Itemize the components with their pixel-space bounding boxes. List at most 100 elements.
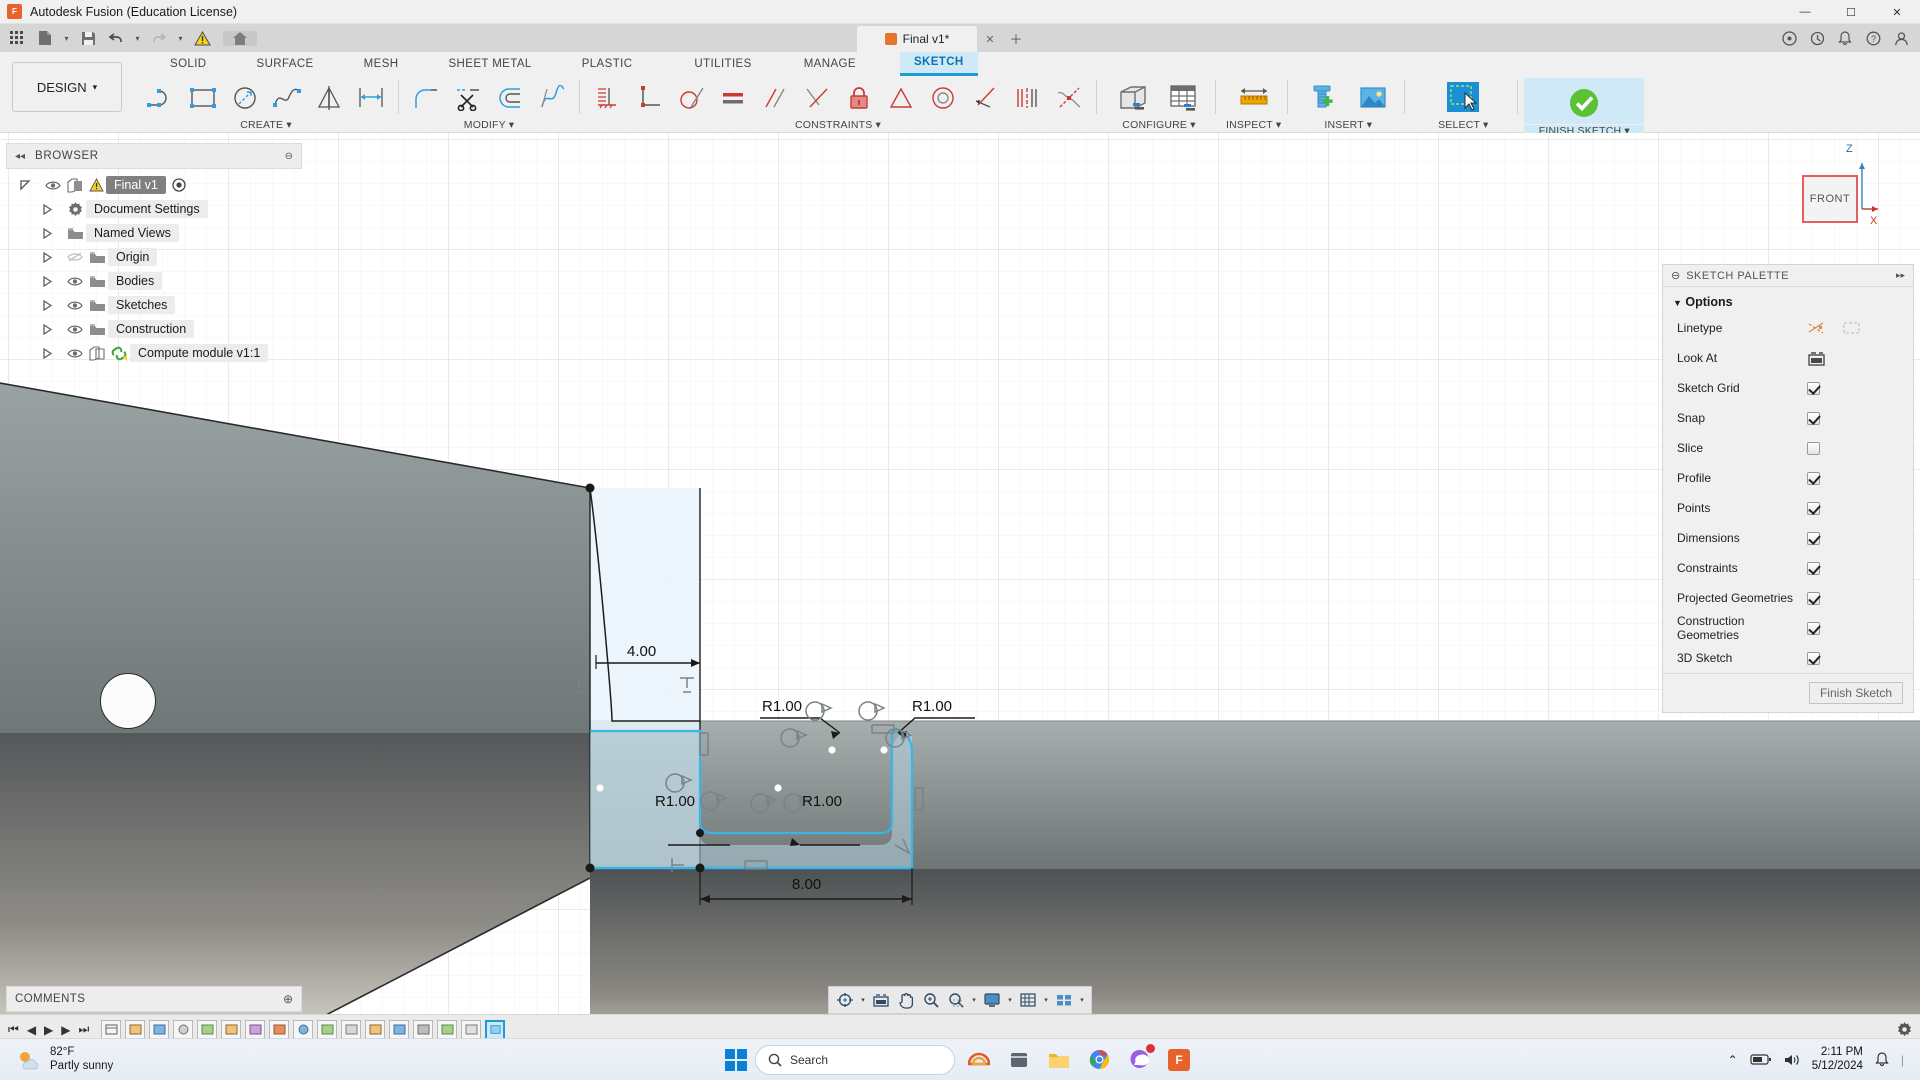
- browser-item-bodies[interactable]: Bodies: [6, 269, 302, 293]
- timeline-node[interactable]: [101, 1019, 122, 1040]
- curvature-constraint-icon[interactable]: [1048, 79, 1090, 117]
- taskbar-messenger-icon[interactable]: [1123, 1043, 1155, 1076]
- sketch-grid-checkbox[interactable]: [1807, 381, 1820, 395]
- inspect-panel-label[interactable]: INSPECT ▾: [1226, 119, 1281, 131]
- points-checkbox[interactable]: [1807, 501, 1820, 515]
- timeline-next-button[interactable]: ▶: [61, 1023, 70, 1037]
- timeline-node[interactable]: [269, 1019, 290, 1040]
- zoom-window-icon[interactable]: [944, 988, 968, 1012]
- palette-collapse-icon[interactable]: ⊖: [1671, 269, 1680, 282]
- comments-panel[interactable]: COMMENTS ⊕: [6, 986, 302, 1012]
- radius-dimension-bottom-right[interactable]: R1.00: [802, 793, 842, 810]
- bell-icon[interactable]: [1832, 25, 1858, 51]
- parallel-constraint-icon[interactable]: [754, 79, 796, 117]
- visibility-eye-icon[interactable]: [64, 300, 86, 311]
- new-file-icon[interactable]: [32, 25, 58, 51]
- timeline-last-button[interactable]: ⏭: [79, 1022, 90, 1037]
- activate-component-icon[interactable]: [172, 178, 186, 192]
- battery-icon[interactable]: [1750, 1053, 1772, 1066]
- save-icon[interactable]: [75, 25, 101, 51]
- dimension-8-00[interactable]: 8.00: [792, 876, 821, 893]
- visibility-eye-icon[interactable]: [64, 276, 86, 287]
- workspace-selector[interactable]: DESIGN ▾: [12, 62, 122, 112]
- dimension-tool-icon[interactable]: [350, 79, 392, 117]
- browser-item-sketches[interactable]: Sketches: [6, 293, 302, 317]
- fix-constraint-icon[interactable]: [586, 79, 628, 117]
- radius-dimension-top-right[interactable]: R1.00: [912, 698, 952, 715]
- tab-utilities[interactable]: UTILITIES: [680, 54, 765, 75]
- dimension-4-00[interactable]: 4.00: [627, 643, 656, 660]
- warning-icon[interactable]: [189, 25, 215, 51]
- maximize-button[interactable]: ☐: [1828, 0, 1874, 24]
- browser-collapse-icon[interactable]: ◂◂: [15, 151, 25, 162]
- select-button[interactable]: [1415, 77, 1511, 119]
- finish-sketch-check-icon[interactable]: [1559, 82, 1609, 124]
- timeline-node[interactable]: [413, 1019, 434, 1040]
- grid-snaps-icon[interactable]: [1016, 988, 1040, 1012]
- profile-checkbox[interactable]: [1807, 471, 1820, 485]
- home-button[interactable]: [223, 30, 257, 46]
- trim-tool-icon[interactable]: [447, 79, 489, 117]
- expand-arrow-icon[interactable]: [42, 251, 64, 263]
- undo-caret-icon[interactable]: ▾: [131, 25, 144, 51]
- document-tab-close-icon[interactable]: ✕: [977, 26, 1003, 52]
- timeline-node[interactable]: [245, 1019, 266, 1040]
- finish-sketch-button[interactable]: Finish Sketch: [1808, 682, 1903, 704]
- radius-dimension-top-left[interactable]: R1.00: [762, 698, 802, 715]
- taskbar-store-icon[interactable]: [1003, 1044, 1035, 1076]
- dimensions-checkbox[interactable]: [1807, 531, 1820, 545]
- timeline-first-button[interactable]: ⏮: [8, 1022, 19, 1037]
- show-desktop-button[interactable]: |: [1901, 1053, 1904, 1067]
- comments-add-icon[interactable]: ⊕: [283, 992, 293, 1006]
- tab-surface[interactable]: SURFACE: [243, 54, 328, 75]
- visibility-eye-icon[interactable]: [42, 180, 64, 191]
- circle-tool-icon[interactable]: [224, 79, 266, 117]
- timeline-node[interactable]: [317, 1019, 338, 1040]
- close-button[interactable]: ✕: [1874, 0, 1920, 24]
- constraints-panel-label[interactable]: CONSTRAINTS ▾: [795, 119, 881, 131]
- browser-item-construction[interactable]: Construction: [6, 317, 302, 341]
- undo-icon[interactable]: [103, 25, 129, 51]
- collinear-constraint-icon[interactable]: [880, 79, 922, 117]
- rectangle-tool-icon[interactable]: [182, 79, 224, 117]
- configure-panel-label[interactable]: CONFIGURE ▾: [1122, 119, 1195, 131]
- visibility-hidden-icon[interactable]: [64, 251, 86, 263]
- taskbar-fusion-icon[interactable]: F: [1163, 1044, 1195, 1076]
- radius-dimension-bottom-left[interactable]: R1.00: [655, 793, 695, 810]
- expand-arrow-icon[interactable]: [42, 275, 64, 287]
- timeline-node-active[interactable]: [485, 1019, 506, 1040]
- apps-grid-icon[interactable]: [4, 25, 30, 51]
- extensions-icon[interactable]: [1776, 25, 1802, 51]
- orbit-caret-icon[interactable]: ▾: [858, 996, 868, 1004]
- search-input[interactable]: Search: [755, 1044, 955, 1075]
- weather-widget[interactable]: 82°F Partly sunny: [0, 1046, 240, 1072]
- timeline-node[interactable]: [173, 1019, 194, 1040]
- timeline-node[interactable]: [149, 1019, 170, 1040]
- midpoint-constraint-icon[interactable]: [796, 79, 838, 117]
- construction-geometries-checkbox[interactable]: [1807, 621, 1820, 635]
- volume-icon[interactable]: [1784, 1053, 1800, 1067]
- browser-item-final-v1[interactable]: Final v1: [6, 173, 302, 197]
- look-at-icon[interactable]: [869, 988, 893, 1012]
- timeline-play-button[interactable]: ▶: [44, 1023, 53, 1037]
- canvas-viewport[interactable]: 4.00 8.00 R1.00 R1.00 R1.00 R1.00 ◂◂ BRO…: [0, 133, 1920, 1020]
- orbit-icon[interactable]: [833, 988, 857, 1012]
- timeline-node[interactable]: [221, 1019, 242, 1040]
- slice-checkbox[interactable]: [1807, 441, 1820, 455]
- jobs-status-icon[interactable]: [1804, 25, 1830, 51]
- projected-geometries-checkbox[interactable]: [1807, 591, 1820, 605]
- timeline-prev-button[interactable]: ◀: [27, 1023, 36, 1037]
- coincident-constraint-icon[interactable]: [964, 79, 1006, 117]
- lock-constraint-icon[interactable]: [838, 79, 880, 117]
- redo-caret-icon[interactable]: ▾: [174, 25, 187, 51]
- help-icon[interactable]: ?: [1860, 25, 1886, 51]
- redo-icon[interactable]: [146, 25, 172, 51]
- fillet-tool-icon[interactable]: [405, 79, 447, 117]
- line-tool-icon[interactable]: [140, 79, 182, 117]
- pan-icon[interactable]: [894, 988, 918, 1012]
- spline-tool-icon[interactable]: [266, 79, 308, 117]
- create-panel-label[interactable]: CREATE ▾: [240, 119, 292, 131]
- tab-sheet-metal[interactable]: SHEET METAL: [434, 54, 545, 75]
- visibility-eye-icon[interactable]: [64, 324, 86, 335]
- timeline-node[interactable]: [197, 1019, 218, 1040]
